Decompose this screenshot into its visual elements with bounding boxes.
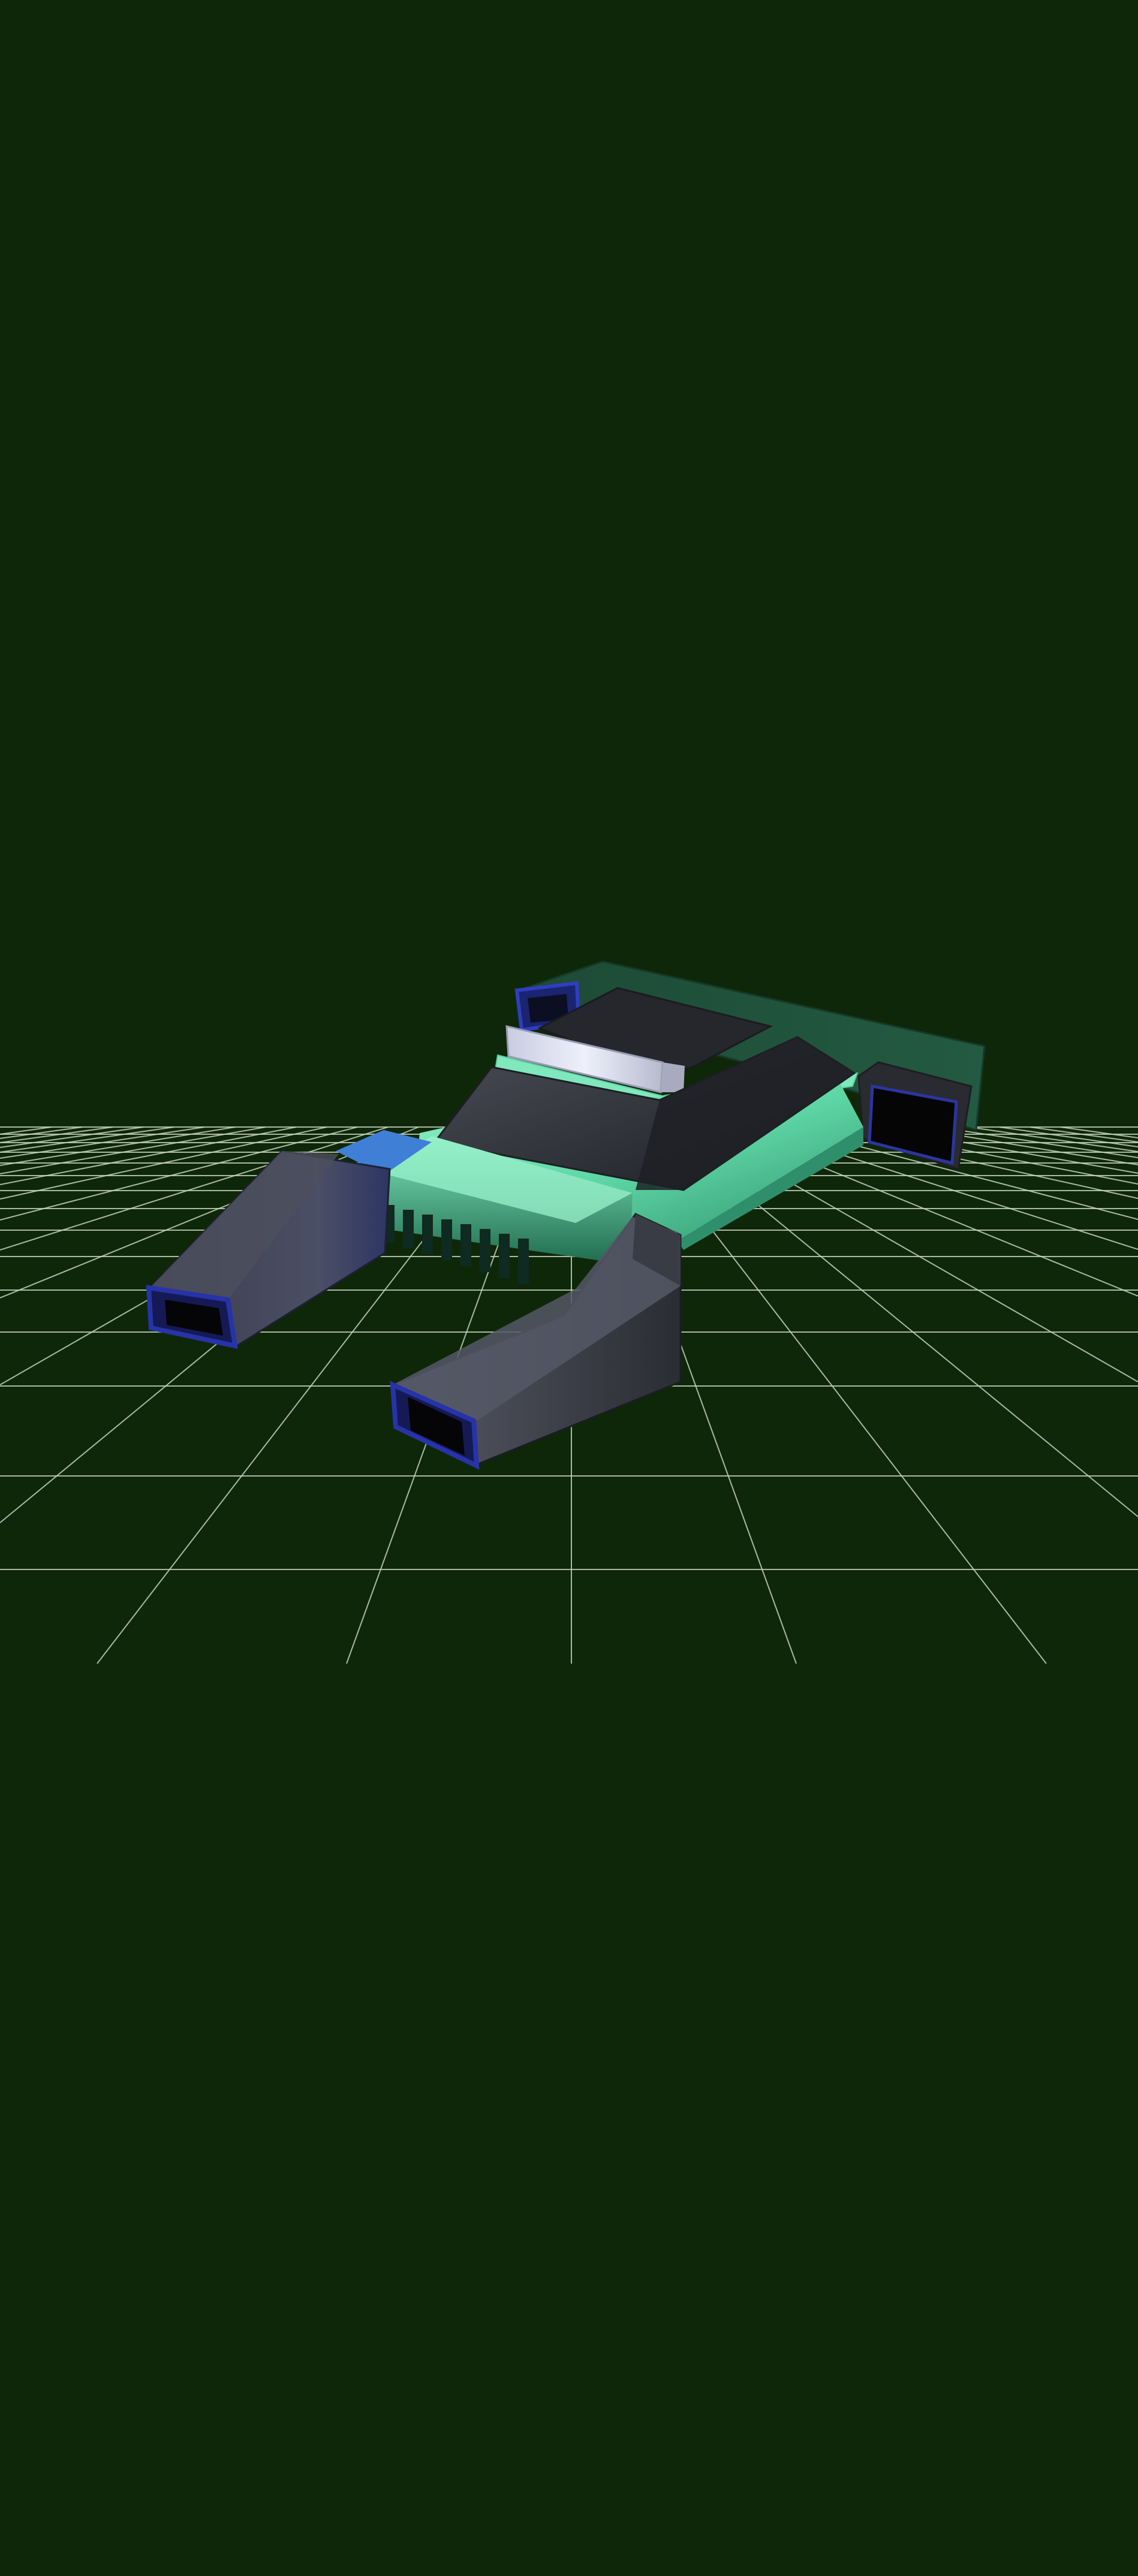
scene-svg	[0, 960, 1138, 1664]
render-viewport	[0, 0, 1138, 2576]
ship-cockpit-bar-end	[661, 1062, 685, 1092]
ship-model	[146, 960, 986, 1470]
